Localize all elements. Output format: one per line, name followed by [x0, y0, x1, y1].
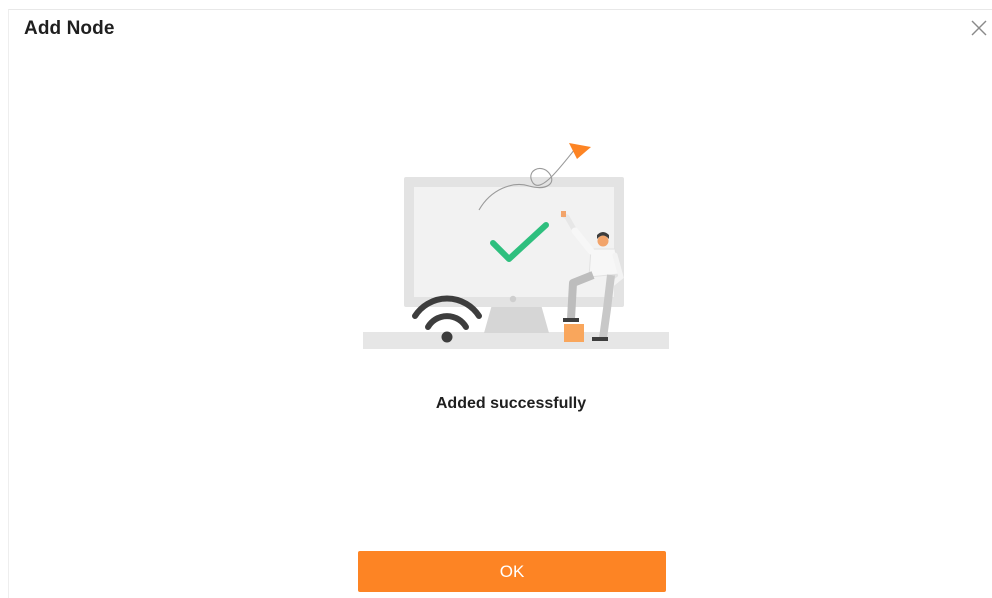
desk-shape — [363, 332, 669, 349]
close-icon[interactable] — [968, 17, 990, 39]
ok-button[interactable]: OK — [358, 551, 666, 592]
close-button[interactable] — [968, 17, 990, 39]
box-shape — [564, 324, 584, 342]
add-node-dialog: Add Node Added successfully OK — [8, 9, 992, 598]
status-text: Added successfully — [435, 395, 587, 412]
success-illustration — [363, 143, 669, 349]
monitor-icon — [404, 177, 624, 307]
dialog-title: Add Node — [24, 18, 115, 39]
